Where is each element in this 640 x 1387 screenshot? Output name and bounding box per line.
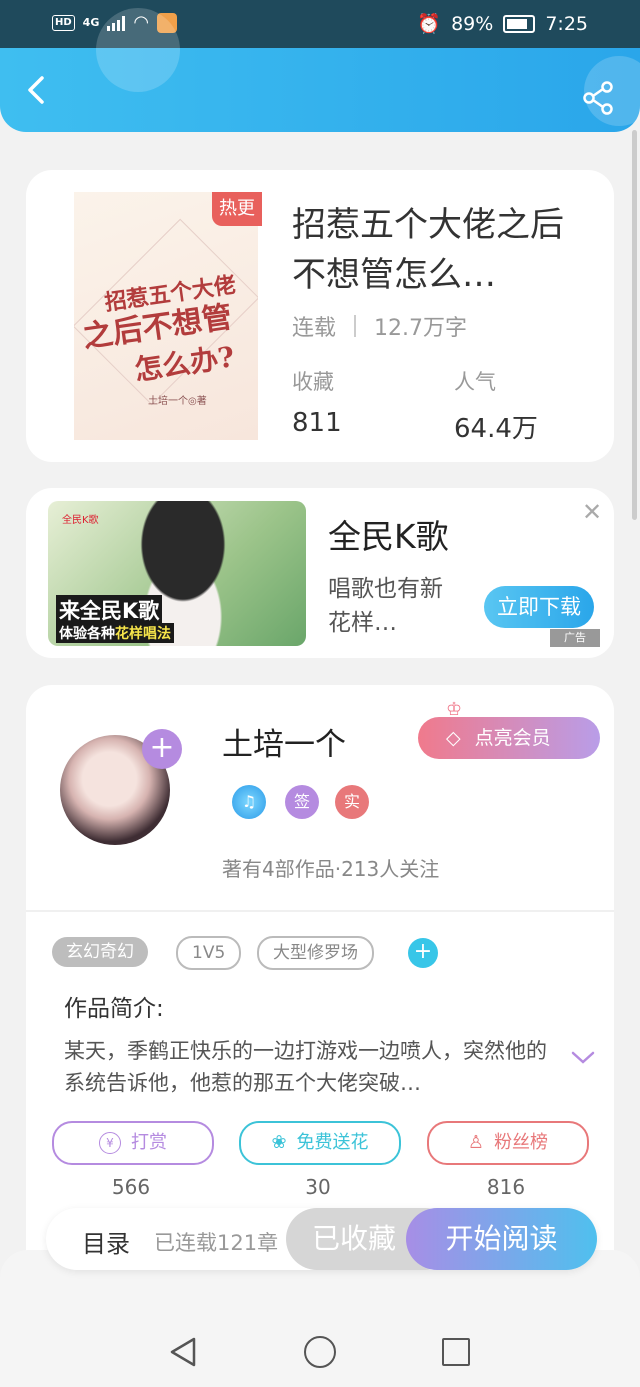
header-bar (0, 8, 640, 132)
nav-recents-button[interactable] (442, 1338, 470, 1366)
ad-image[interactable]: 全民K歌 来全民K歌 体验各种花样唱法 (48, 501, 306, 646)
nav-back-button[interactable] (168, 1336, 198, 1372)
chevron-down-icon (571, 1051, 595, 1064)
collect-value: 811 (292, 408, 342, 438)
ad-image-subcaption: 体验各种花样唱法 (56, 623, 174, 643)
send-flower-button[interactable]: ❀ 免费送花 (239, 1121, 401, 1165)
reward-label: 打赏 (131, 1132, 167, 1153)
user-icon: ♙ (467, 1132, 485, 1153)
tag-genre[interactable]: 玄幻奇幻 (52, 937, 148, 967)
start-reading-button[interactable]: 开始阅读 (406, 1208, 597, 1270)
system-nav-bar (0, 1250, 640, 1387)
cover-author: 土培一个◎著 (148, 396, 207, 407)
triangle-back-icon (170, 1337, 196, 1367)
ad-title: 全民K歌 (328, 517, 449, 556)
ad-caption-prefix: 体验各种 (59, 626, 115, 642)
popularity-label: 人气 (454, 370, 496, 394)
ad-label: 广告 (550, 629, 600, 647)
word-count: 12.7万字 (374, 316, 468, 341)
vip-button[interactable]: ◇ 点亮会员 (418, 717, 600, 759)
tag-1v5[interactable]: 1V5 (176, 936, 242, 970)
alarm-icon: ⏰ (417, 13, 442, 35)
ad-description: 唱歌也有新花样… (328, 576, 443, 636)
clock: 7:25 (545, 12, 588, 35)
back-button[interactable] (18, 70, 58, 110)
verified-badge: 实 (335, 785, 369, 819)
close-icon[interactable]: ✕ (582, 498, 602, 526)
catalog-button[interactable]: 目录 (82, 1224, 130, 1259)
divider (354, 315, 357, 337)
collect-label: 收藏 (292, 370, 334, 394)
share-button[interactable] (580, 80, 616, 116)
hot-update-badge: 热更 (212, 192, 262, 226)
music-badge-icon: ♫ (232, 785, 266, 819)
ad-image-caption: 来全民K歌 (56, 595, 163, 625)
fan-count: 816 (486, 1175, 526, 1199)
ad-image-logo: 全民K歌 (62, 515, 99, 526)
hd-icon: HD (52, 14, 75, 31)
author-stats: 著有4部作品·213人关注 (222, 857, 440, 881)
book-meta: 连载 12.7万字 (292, 310, 467, 342)
popularity-value: 64.4万 (454, 414, 538, 444)
synopsis-label: 作品简介: (64, 996, 164, 1022)
fan-ranking-button[interactable]: ♙ 粉丝榜 (427, 1121, 589, 1165)
vip-button-label: 点亮会员 (474, 727, 551, 749)
expand-button[interactable] (570, 1049, 596, 1071)
bottom-action-bar: 目录 已连载121章 已收藏 开始阅读 (46, 1208, 597, 1270)
synopsis-text: 某天，季鹤正快乐的一边打游戏一边喷人，突然他的系统告诉他，他惹的那五个大佬突破… (64, 1039, 547, 1095)
yen-icon: ¥ (99, 1132, 121, 1154)
diamond-icon: ◇ (446, 727, 461, 749)
fan-ranking-label: 粉丝榜 (494, 1132, 549, 1153)
decor-bubble (96, 8, 180, 92)
add-tag-icon[interactable]: + (408, 938, 438, 968)
reward-count: 566 (111, 1175, 151, 1199)
scrollbar[interactable] (632, 130, 637, 520)
book-info-card: 招惹五个大佬 之后不想管 怎么办? 土培一个◎著 热更 招惹五个大佬之后不想管怎… (26, 170, 614, 462)
ad-card[interactable]: 全民K歌 来全民K歌 体验各种花样唱法 全民K歌 唱歌也有新花样… 立即下载 ✕… (26, 488, 614, 658)
author-name[interactable]: 土培一个 (222, 719, 346, 764)
battery-icon (503, 14, 536, 33)
chapter-count: 已连载121章 (154, 1231, 279, 1255)
send-flower-label: 免费送花 (296, 1132, 369, 1153)
flower-count: 30 (305, 1175, 331, 1199)
download-button[interactable]: 立即下载 (484, 586, 594, 628)
follow-button[interactable]: + (142, 729, 182, 769)
share-icon (583, 81, 613, 115)
flower-icon: ❀ (271, 1132, 287, 1153)
reward-button[interactable]: ¥ 打赏 (52, 1121, 214, 1165)
book-status: 连载 (292, 316, 337, 341)
ad-caption-highlight: 花样唱法 (115, 626, 171, 642)
network-label: 4G (82, 16, 100, 29)
collected-label: 已收藏 (312, 1222, 397, 1255)
tag-harem[interactable]: 大型修罗场 (257, 936, 374, 970)
chevron-left-icon (28, 76, 44, 104)
battery-percent: 89% (451, 12, 494, 35)
book-cover[interactable]: 招惹五个大佬 之后不想管 怎么办? 土培一个◎著 (74, 192, 258, 440)
section-divider (26, 910, 614, 912)
nav-home-button[interactable] (304, 1336, 336, 1368)
book-title: 招惹五个大佬之后不想管怎么… (292, 205, 564, 295)
sign-badge: 签 (285, 785, 319, 819)
